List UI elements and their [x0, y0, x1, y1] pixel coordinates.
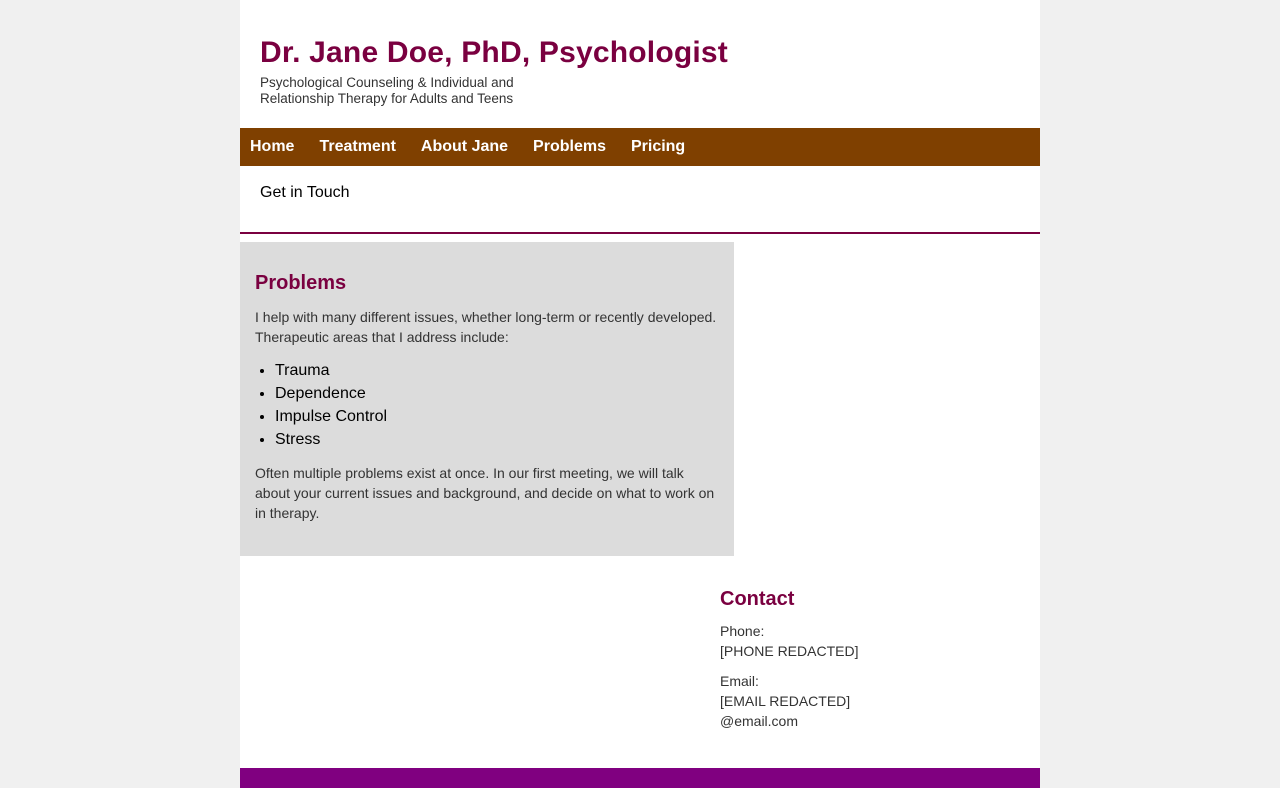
nav-divider — [240, 232, 1040, 234]
email-value[interactable]: [EMAIL REDACTED] — [720, 691, 1000, 711]
contact-section: Contact Phone: [PHONE REDACTED] Email: [… — [720, 588, 1000, 741]
phone-value[interactable]: [PHONE REDACTED] — [720, 641, 1000, 661]
problems-intro: I help with many different issues, wheth… — [255, 309, 717, 345]
problems-panel: Problems I help with many different issu… — [240, 242, 734, 556]
nav-item-home[interactable]: Home — [250, 138, 294, 156]
list-item: Stress — [275, 428, 719, 451]
site-title[interactable]: Dr. Jane Doe, PhD, Psychologist — [260, 36, 728, 70]
footer-bar — [240, 768, 1040, 788]
main-nav: Home Treatment About Jane Problems Prici… — [240, 128, 1040, 166]
nav-item-get-in-touch[interactable]: Get in Touch — [260, 184, 350, 202]
email-label: Email: — [720, 673, 759, 689]
problems-heading: Problems — [255, 272, 347, 294]
contact-email: Email: [EMAIL REDACTED] @email.com — [720, 671, 1000, 731]
nav-item-treatment[interactable]: Treatment — [319, 138, 395, 156]
site-header: Dr. Jane Doe, PhD, Psychologist Psycholo… — [240, 0, 1040, 128]
list-item: Trauma — [275, 359, 719, 382]
list-item: Impulse Control — [275, 405, 719, 428]
contact-phone: Phone: [PHONE REDACTED] — [720, 621, 1000, 661]
nav-item-pricing[interactable]: Pricing — [631, 138, 685, 156]
list-item: Dependence — [275, 382, 719, 405]
page-container: Dr. Jane Doe, PhD, Psychologist Psycholo… — [240, 0, 1040, 788]
problems-outro: Often multiple problems exist at once. I… — [255, 465, 715, 521]
problems-list: Trauma Dependence Impulse Control Stress — [255, 359, 719, 451]
nav-item-problems[interactable]: Problems — [533, 138, 606, 156]
phone-label: Phone: — [720, 623, 765, 639]
contact-heading: Contact — [720, 588, 795, 610]
email-value-domain[interactable]: @email.com — [720, 711, 1000, 731]
nav-item-about-jane[interactable]: About Jane — [421, 138, 508, 156]
site-tagline: Psychological Counseling & Individual an… — [260, 75, 514, 106]
